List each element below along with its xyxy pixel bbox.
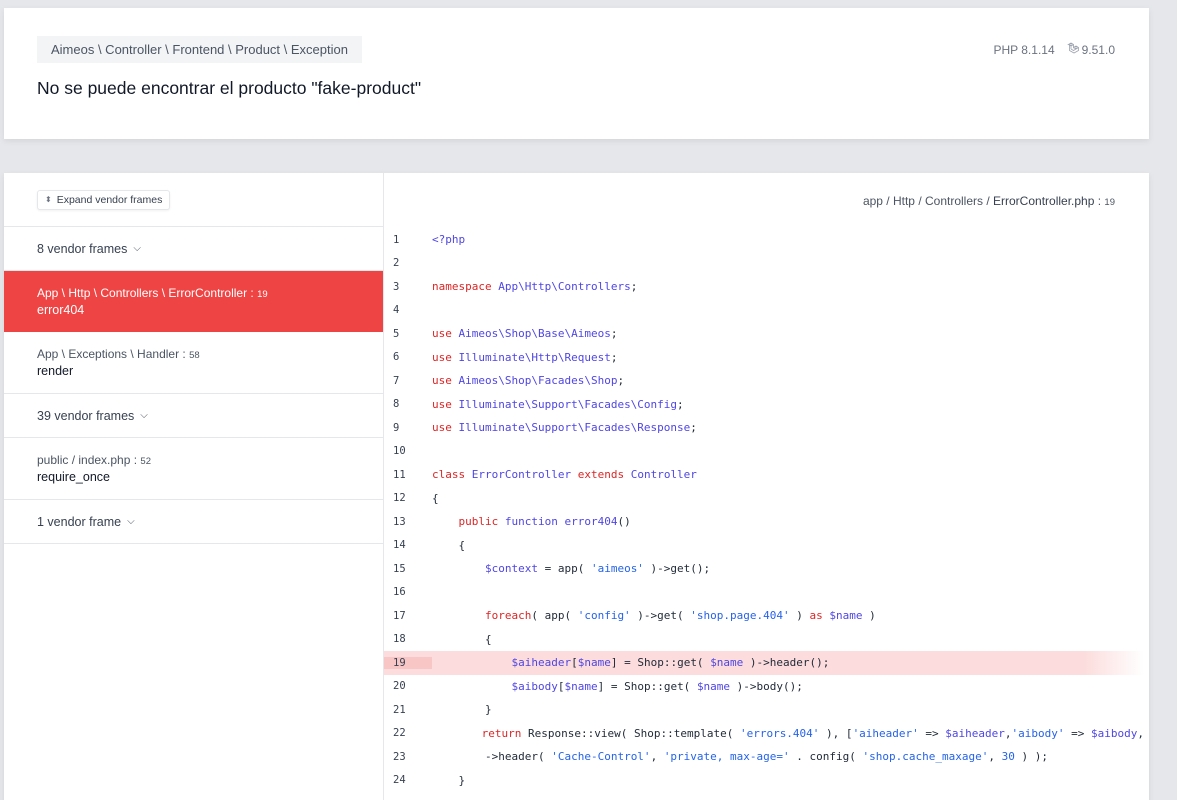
exception-header: Aimeos \ Controller \ Frontend \ Product… xyxy=(4,8,1149,139)
code-line: 17 foreach( app( 'config' )->get( 'shop.… xyxy=(393,609,876,623)
frame-method: error404 xyxy=(37,303,85,317)
code-line: 24 } xyxy=(393,773,466,787)
code-block: 1 <?php 2 3 namespace App\Http\Controllers… xyxy=(384,228,1144,792)
laravel-version: 9.51.0 xyxy=(1066,42,1115,57)
code-line: 7 use Aimeos\Shop\Facades\Shop; xyxy=(393,374,625,388)
code-line: 14 { xyxy=(393,538,466,552)
code-line: 2 xyxy=(393,257,400,270)
vendor-frames-group[interactable]: 8 vendor frames ⌵ xyxy=(4,227,383,271)
code-line: 1 <?php xyxy=(393,233,466,247)
code-line: 23 ->header( 'Cache-Control', 'private, … xyxy=(393,750,1048,764)
expand-chevron-icon: ⬍ xyxy=(45,195,52,204)
chevron-down-icon: ⌵ xyxy=(140,410,148,421)
stack-frame[interactable]: public / index.php : 52 require_once xyxy=(4,438,383,500)
code-line: 10 xyxy=(393,445,406,458)
code-line: 4 xyxy=(393,304,400,317)
chevron-down-icon: ⌵ xyxy=(127,516,135,527)
code-line: 9 use Illuminate\Support\Facades\Response… xyxy=(393,421,697,435)
stack-trace-panel: ⬍ Expand vendor frames 8 vendor frames ⌵… xyxy=(4,173,1149,800)
file-path[interactable]: app / Http / Controllers / ErrorControll… xyxy=(863,194,1115,208)
stack-frame[interactable]: App \ Exceptions \ Handler : 58 render xyxy=(4,332,383,394)
vendor-frames-label: 1 vendor frame xyxy=(37,514,122,529)
code-line: 13 public function error404() xyxy=(393,515,631,529)
code-line: 12{ xyxy=(393,491,439,505)
version-info: PHP 8.1.14 9.51.0 xyxy=(993,42,1115,57)
code-line: 20 $aibody[$name] = Shop::get( $name )->… xyxy=(393,679,803,693)
vendor-frames-label: 8 vendor frames xyxy=(37,241,128,256)
laravel-version-text: 9.51.0 xyxy=(1081,42,1115,57)
chevron-down-icon: ⌵ xyxy=(133,243,141,254)
code-line: 11 class ErrorController extends Controll… xyxy=(393,468,697,482)
code-line: 22 return Response::view( Shop::template… xyxy=(393,726,1144,740)
code-line: 6 use Illuminate\Http\Request; xyxy=(393,350,618,364)
frame-method: require_once xyxy=(37,470,110,484)
laravel-icon xyxy=(1066,42,1079,57)
code-line: 18 { xyxy=(393,632,492,646)
vendor-frames-label: 39 vendor frames xyxy=(37,408,135,423)
code-line: 21 } xyxy=(393,703,492,717)
expand-vendor-frames-button[interactable]: ⬍ Expand vendor frames xyxy=(37,190,171,210)
exception-message: No se puede encontrar el producto "fake-… xyxy=(37,78,422,98)
frame-method: render xyxy=(37,364,74,378)
code-viewer: app / Http / Controllers / ErrorControll… xyxy=(384,173,1149,800)
code-line: 3 namespace App\Http\Controllers; xyxy=(393,280,638,294)
frame-path: App \ Http \ Controllers \ ErrorControll… xyxy=(37,286,268,300)
code-line: 15 $context = app( 'aimeos' )->get(); xyxy=(393,562,711,576)
stack-frame-active[interactable]: App \ Http \ Controllers \ ErrorControll… xyxy=(4,271,383,332)
exception-class: Aimeos \ Controller \ Frontend \ Product… xyxy=(37,36,362,63)
php-version: PHP 8.1.14 xyxy=(993,42,1055,57)
expand-vendor-frames-label: Expand vendor frames xyxy=(56,194,163,206)
vendor-frames-group[interactable]: 39 vendor frames ⌵ xyxy=(4,394,383,438)
vendor-frames-group[interactable]: 1 vendor frame ⌵ xyxy=(4,500,383,544)
frame-path: public / index.php : 52 xyxy=(37,453,151,467)
code-line: 5 use Aimeos\Shop\Base\Aimeos; xyxy=(393,327,618,341)
stack-frames-sidebar: ⬍ Expand vendor frames 8 vendor frames ⌵… xyxy=(4,173,384,800)
code-line: 16 xyxy=(393,586,406,599)
code-line-highlighted: 19 $aiheader[$name] = Shop::get( $name )… xyxy=(384,651,1144,675)
code-line: 8 use Illuminate\Support\Facades\Config; xyxy=(393,397,684,411)
frame-path: App \ Exceptions \ Handler : 58 xyxy=(37,347,200,361)
